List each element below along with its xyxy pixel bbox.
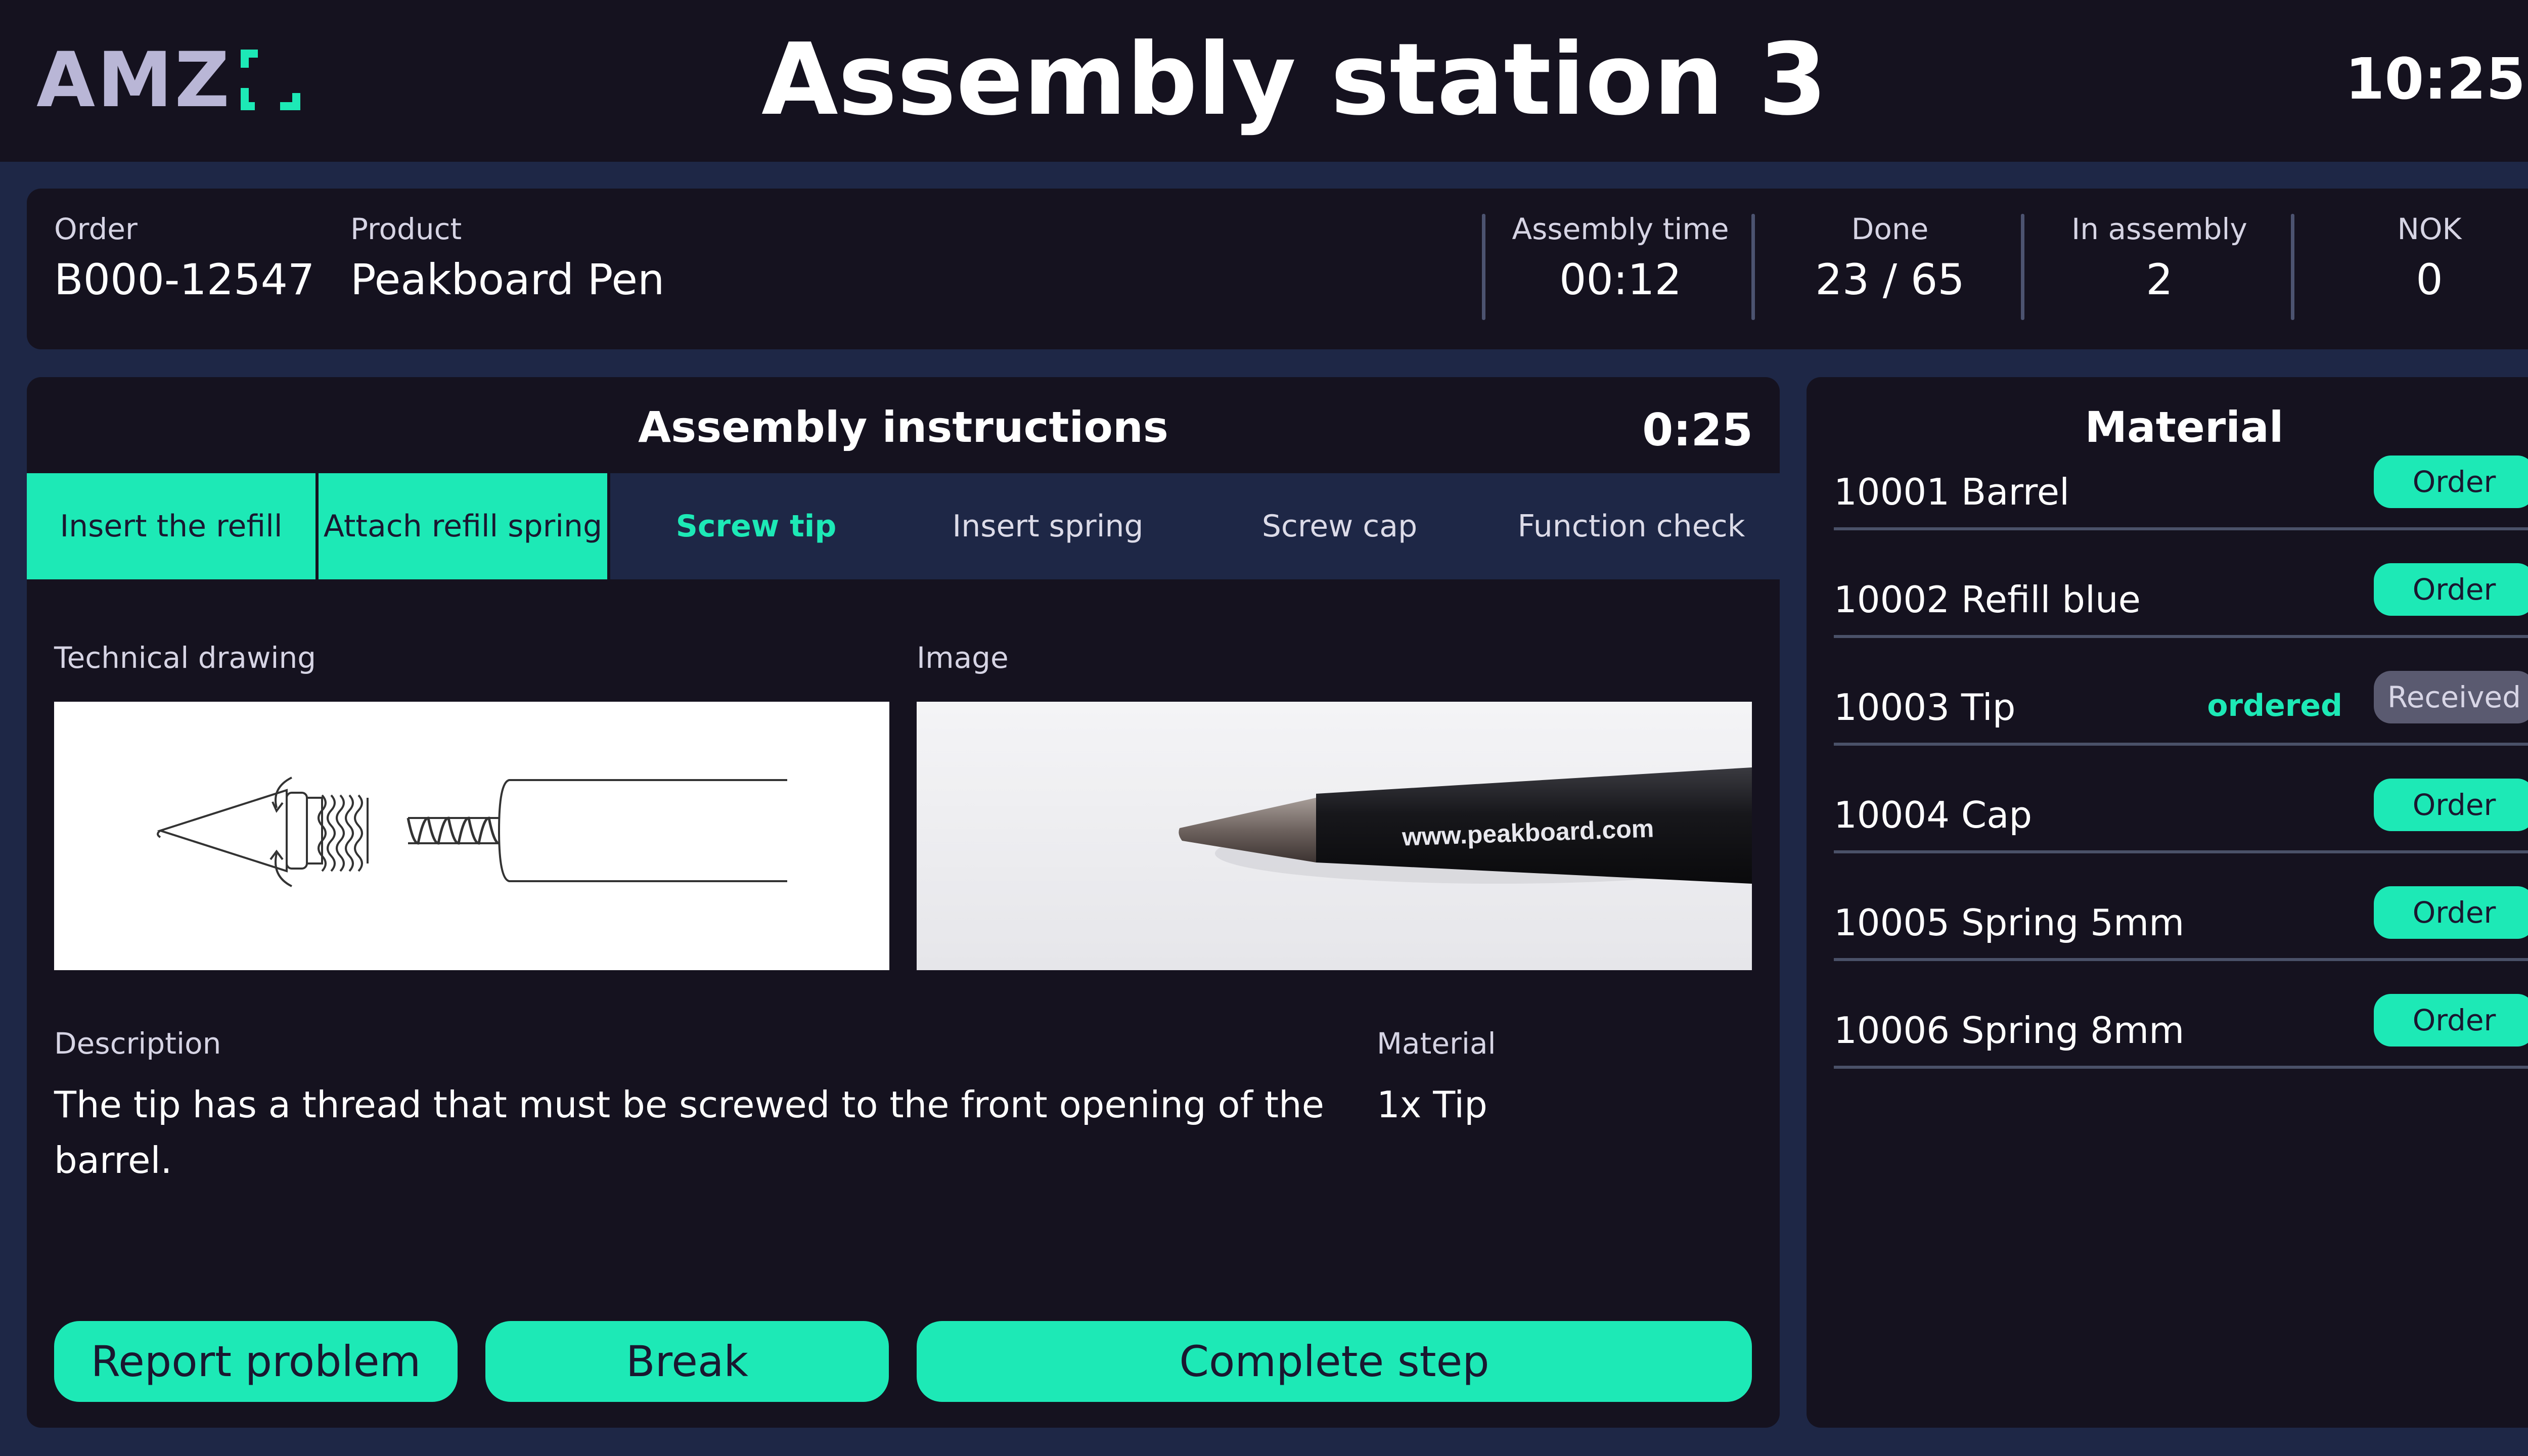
order-block: Order B000-12547 <box>54 209 314 310</box>
clock: 10:25 <box>2345 47 2525 112</box>
technical-drawing-label: Technical drawing <box>54 641 317 675</box>
stat-label: In assembly <box>2071 212 2247 246</box>
stat-assembly-time: Assembly time 00:12 <box>1485 209 1755 310</box>
tab-screw-tip[interactable]: Screw tip <box>610 473 902 579</box>
top-bar: AMZ Assembly station 3 10:25 <box>0 0 2528 162</box>
report-problem-button[interactable]: Report problem <box>54 1321 458 1402</box>
stat-value: 00:12 <box>1559 255 1682 304</box>
material-name: 10001 Barrel <box>1834 471 2070 513</box>
page-title: Assembly station 3 <box>761 22 1827 138</box>
stat-label: Assembly time <box>1512 212 1729 246</box>
stat-label: NOK <box>2397 212 2462 246</box>
description-label: Description <box>54 1026 221 1061</box>
tab-attach-refill-spring[interactable]: Attach refill spring <box>319 473 610 579</box>
material-row: 10003 Tip ordered Received <box>1834 638 2528 746</box>
divider <box>2291 214 2294 320</box>
step-material-label: Material <box>1377 1026 1496 1061</box>
step-material-value: 1x Tip <box>1377 1083 1487 1126</box>
material-name: 10002 Refill blue <box>1834 578 2141 621</box>
order-button[interactable]: Order <box>2374 994 2528 1046</box>
technical-drawing <box>54 702 889 970</box>
instructions-title: Assembly instructions <box>638 402 1168 452</box>
product-value: Peakboard Pen <box>350 255 665 304</box>
divider <box>1751 214 1755 320</box>
status-badge: ordered <box>2207 688 2342 723</box>
tab-insert-the-refill[interactable]: Insert the refill <box>27 473 319 579</box>
material-row: 10006 Spring 8mm Order <box>1834 961 2528 1069</box>
stat-nok: NOK 0 <box>2294 209 2528 310</box>
step-timer: 0:25 <box>1642 404 1753 456</box>
material-name: 10004 Cap <box>1834 794 2033 836</box>
description-text: The tip has a thread that must be screwe… <box>54 1083 1324 1181</box>
material-name: 10006 Spring 8mm <box>1834 1009 2185 1052</box>
stat-in-assembly: In assembly 2 <box>2024 209 2294 310</box>
complete-step-button[interactable]: Complete step <box>917 1321 1752 1402</box>
order-info-panel: Order B000-12547 Product Peakboard Pen A… <box>27 189 2528 349</box>
stat-value: 2 <box>2146 255 2173 304</box>
material-row: 10002 Refill blue Order <box>1834 530 2528 638</box>
order-button[interactable]: Order <box>2374 563 2528 616</box>
order-label: Order <box>54 212 138 246</box>
stat-done: Done 23 / 65 <box>1755 209 2025 310</box>
pen-tip-drawing-icon <box>157 777 787 887</box>
stat-value: 0 <box>2416 255 2443 304</box>
break-button[interactable]: Break <box>485 1321 889 1402</box>
tab-insert-spring[interactable]: Insert spring <box>902 473 1194 579</box>
material-row: 10004 Cap Order <box>1834 746 2528 853</box>
product-block: Product Peakboard Pen <box>350 209 664 310</box>
order-button[interactable]: Order <box>2374 886 2528 939</box>
stat-value: 23 / 65 <box>1815 255 1965 304</box>
received-button[interactable]: Received <box>2374 671 2528 723</box>
tab-screw-cap[interactable]: Screw cap <box>1194 473 1485 579</box>
assembly-instructions-panel: Assembly instructions 0:25 Insert the re… <box>27 377 1780 1428</box>
material-name: 10005 Spring 5mm <box>1834 901 2185 944</box>
product-label: Product <box>350 212 462 246</box>
image-label: Image <box>917 641 1009 675</box>
tab-function-check[interactable]: Function check <box>1485 473 1777 579</box>
order-button[interactable]: Order <box>2374 456 2528 508</box>
material-row: 10001 Barrel Order <box>1834 423 2528 530</box>
order-button[interactable]: Order <box>2374 779 2528 831</box>
stat-label: Done <box>1851 212 1929 246</box>
divider <box>2021 214 2024 320</box>
divider <box>1482 214 1485 320</box>
step-tabs: Insert the refill Attach refill spring S… <box>27 473 1780 579</box>
material-panel: Material 10001 Barrel Order 10002 Refill… <box>1807 377 2528 1428</box>
product-image: www.peakboard.com <box>917 702 1752 970</box>
material-name: 10003 Tip <box>1834 686 2016 729</box>
material-row: 10005 Spring 5mm Order <box>1834 853 2528 961</box>
order-value: B000-12547 <box>54 255 315 304</box>
